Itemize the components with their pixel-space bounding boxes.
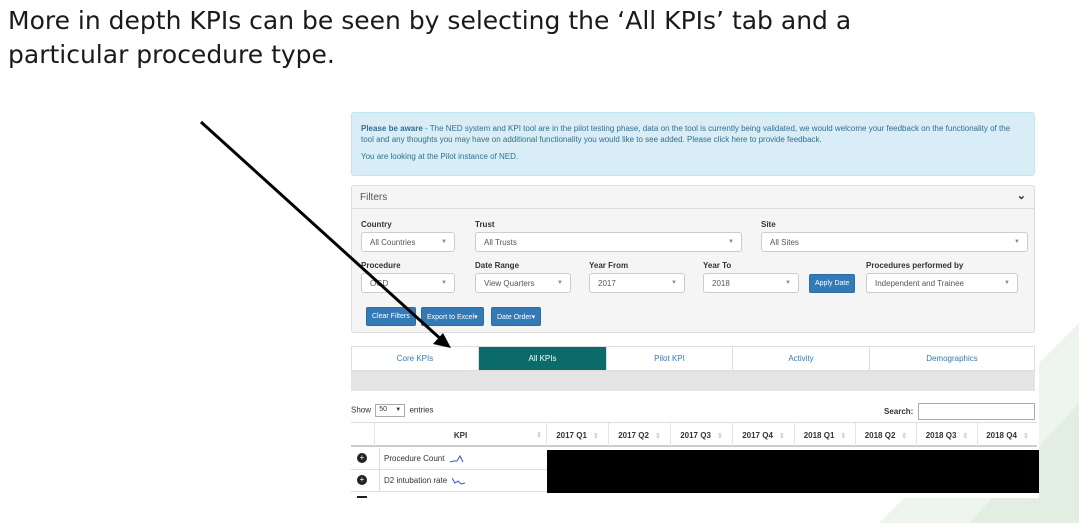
pointer-arrow xyxy=(199,120,451,348)
